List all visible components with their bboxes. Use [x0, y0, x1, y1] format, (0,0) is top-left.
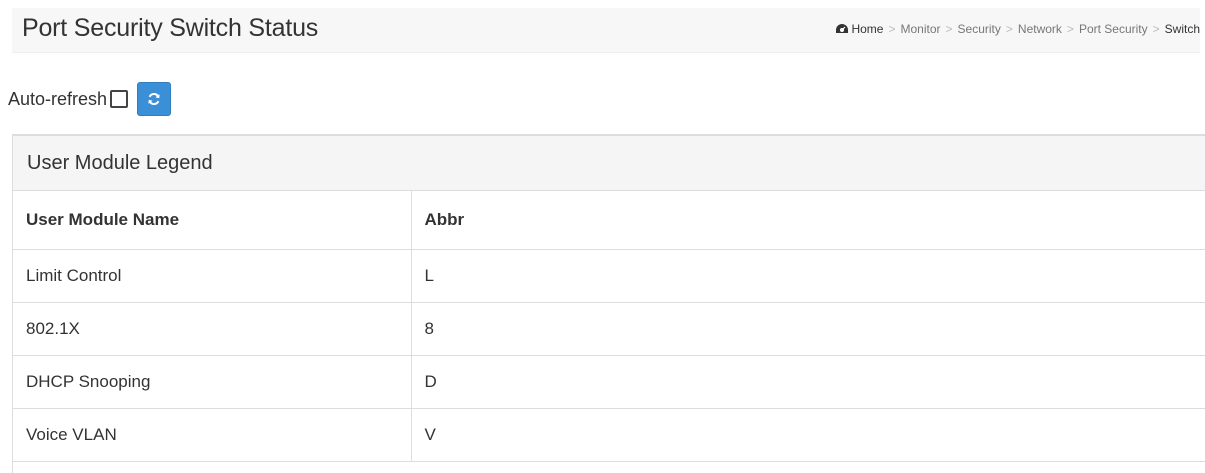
module-name-cell: Limit Control	[13, 249, 412, 303]
breadcrumb-security[interactable]: Security	[958, 22, 1001, 36]
module-abbr-cell: 8	[411, 302, 1205, 356]
breadcrumb-separator: >	[1005, 22, 1013, 36]
page-header: Port Security Switch Status Home > Monit…	[12, 8, 1200, 53]
breadcrumb-separator: >	[888, 22, 896, 36]
breadcrumb-home[interactable]: Home	[835, 22, 883, 36]
table-header-row: User Module Name Abbr	[13, 191, 1205, 250]
dashboard-icon	[836, 24, 849, 33]
breadcrumb-switch: Switch	[1164, 22, 1200, 36]
legend-table: User Module Name Abbr Limit Control L 80…	[13, 191, 1205, 462]
breadcrumb-separator: >	[1152, 22, 1160, 36]
column-header-name: User Module Name	[13, 191, 412, 250]
module-abbr-cell: V	[411, 408, 1205, 462]
user-module-legend-panel: User Module Legend User Module Name Abbr…	[12, 134, 1205, 473]
breadcrumb: Home > Monitor > Security > Network > Po…	[835, 22, 1200, 36]
table-row: Limit Control L	[13, 249, 1205, 303]
module-name-cell: DHCP Snooping	[13, 355, 412, 409]
panel-heading: User Module Legend	[13, 136, 1205, 191]
refresh-button[interactable]	[137, 82, 172, 116]
table-row: Voice VLAN V	[13, 408, 1205, 462]
page-title: Port Security Switch Status	[22, 14, 319, 42]
breadcrumb-port-security[interactable]: Port Security	[1079, 22, 1148, 36]
module-name-cell: Voice VLAN	[13, 408, 412, 462]
breadcrumb-network[interactable]: Network	[1018, 22, 1062, 36]
table-row: DHCP Snooping D	[13, 355, 1205, 409]
column-header-abbr: Abbr	[411, 191, 1205, 250]
module-abbr-cell: L	[411, 249, 1205, 303]
breadcrumb-separator: >	[945, 22, 953, 36]
module-name-cell: 802.1X	[13, 302, 412, 356]
breadcrumb-home-label: Home	[851, 22, 884, 36]
panel-title: User Module Legend	[27, 151, 213, 174]
breadcrumb-monitor[interactable]: Monitor	[901, 22, 941, 36]
breadcrumb-separator: >	[1066, 22, 1074, 36]
auto-refresh-label: Auto-refresh	[8, 88, 108, 109]
module-abbr-cell: D	[411, 355, 1205, 409]
table-row: 802.1X 8	[13, 302, 1205, 356]
auto-refresh-checkbox[interactable]	[110, 90, 129, 108]
auto-refresh-row: Auto-refresh	[8, 78, 172, 120]
refresh-icon	[148, 93, 160, 105]
